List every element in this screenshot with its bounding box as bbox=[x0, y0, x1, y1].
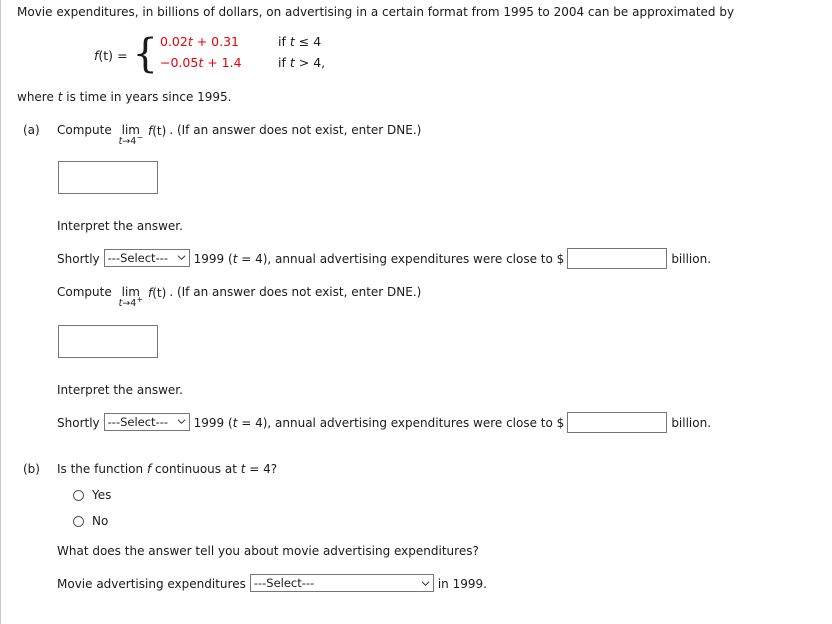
formula-case-2: −0.05t + 1.4 if t > 4, bbox=[160, 55, 325, 76]
limit-expression-left: lim t→4− f(t) bbox=[119, 124, 167, 147]
part-b-label: (b) bbox=[23, 462, 40, 476]
radio-label-yes: Yes bbox=[92, 488, 112, 502]
formula-cases: 0.02t + 0.31 if t ≤ 4 −0.05t + 1.4 if t … bbox=[160, 34, 325, 76]
interpret-sentence-left: Shortly ---Select--- 1999 (t = 4), annua… bbox=[57, 248, 711, 269]
limit-function: f(t) bbox=[148, 124, 167, 138]
limit-stack: lim t→4− bbox=[119, 124, 143, 147]
where-definition: where t is time in years since 1995. bbox=[17, 90, 232, 104]
part-b-sentence: Movie advertising expenditures ---Select… bbox=[57, 574, 487, 593]
part-a-note-left: . (If an answer does not exist, enter DN… bbox=[169, 123, 422, 137]
part-b-sentence-suffix: in 1999. bbox=[437, 577, 487, 591]
shortly-label-left: Shortly bbox=[57, 251, 100, 266]
direction-select-left-value: ---Select--- bbox=[107, 250, 169, 265]
formula-case-1: 0.02t + 0.31 if t ≤ 4 bbox=[160, 34, 325, 55]
part-b-question: Is the function f continuous at t = 4? bbox=[57, 462, 278, 476]
direction-select-right[interactable]: ---Select--- bbox=[103, 412, 190, 431]
money-input-left[interactable] bbox=[567, 248, 668, 269]
part-b-sentence-prefix: Movie advertising expenditures bbox=[57, 577, 246, 591]
direction-select-right-value: ---Select--- bbox=[107, 414, 169, 429]
problem-page: Movie expenditures, in billions of dolla… bbox=[0, 0, 832, 624]
expenditures-select[interactable]: ---Select--- bbox=[249, 574, 434, 592]
radio-button-no[interactable] bbox=[73, 515, 84, 527]
limit-subscript: t→4− bbox=[118, 132, 144, 147]
formula-brace: { bbox=[132, 30, 158, 77]
direction-select-left[interactable]: ---Select--- bbox=[103, 248, 190, 267]
piecewise-formula: f(t) = { 0.02t + 0.31 if t ≤ 4 −0.05t + … bbox=[94, 34, 325, 76]
limit-function: f(t) bbox=[148, 286, 167, 300]
formula-case-1-condition: if t ≤ 4 bbox=[278, 34, 322, 49]
formula-function-name: f(t) bbox=[94, 47, 114, 63]
shortly-label-right: Shortly bbox=[57, 415, 100, 430]
billion-suffix-right: billion. bbox=[671, 415, 712, 430]
part-a-prompt-right-limit: Compute lim t→4+ f(t) . (If an answer do… bbox=[57, 285, 422, 309]
limit-stack: lim t→4+ bbox=[119, 286, 143, 309]
formula-case-1-expression: 0.02t + 0.31 bbox=[160, 34, 240, 49]
interpret-sentence-right: Shortly ---Select--- 1999 (t = 4), annua… bbox=[57, 412, 711, 433]
chevron-down-icon bbox=[421, 579, 430, 588]
problem-intro: Movie expenditures, in billions of dolla… bbox=[17, 5, 735, 19]
expenditures-select-value: ---Select--- bbox=[253, 576, 315, 590]
interpret-heading-left: Interpret the answer. bbox=[57, 219, 183, 233]
answer-input-right-limit[interactable] bbox=[58, 325, 158, 358]
part-a-note-right: . (If an answer does not exist, enter DN… bbox=[169, 285, 422, 299]
variable-t: t bbox=[57, 90, 63, 104]
limit-subscript: t→4+ bbox=[118, 294, 144, 309]
part-a-label: (a) bbox=[23, 123, 40, 137]
limit-expression-right: lim t→4+ f(t) bbox=[119, 286, 167, 309]
billion-suffix-left: billion. bbox=[671, 251, 712, 266]
radio-option-yes[interactable]: Yes bbox=[73, 488, 111, 502]
interpret-text-right: 1999 (t = 4), annual advertising expendi… bbox=[193, 415, 565, 430]
radio-button-yes[interactable] bbox=[73, 489, 84, 501]
formula-case-2-expression: −0.05t + 1.4 bbox=[160, 55, 242, 70]
radio-label-no: No bbox=[92, 514, 109, 528]
part-b-follow-up: What does the answer tell you about movi… bbox=[57, 544, 479, 558]
money-input-right[interactable] bbox=[567, 412, 668, 433]
chevron-down-icon bbox=[177, 253, 186, 262]
chevron-down-icon bbox=[177, 417, 186, 426]
radio-option-no[interactable]: No bbox=[73, 514, 108, 528]
formula-equals: = bbox=[117, 47, 128, 63]
part-a-prompt-left-limit: Compute lim t→4− f(t) . (If an answer do… bbox=[57, 123, 422, 147]
formula-case-2-condition: if t > 4, bbox=[278, 55, 326, 70]
interpret-heading-right: Interpret the answer. bbox=[57, 383, 183, 397]
interpret-text-left: 1999 (t = 4), annual advertising expendi… bbox=[193, 251, 565, 266]
answer-input-left-limit[interactable] bbox=[58, 161, 158, 194]
